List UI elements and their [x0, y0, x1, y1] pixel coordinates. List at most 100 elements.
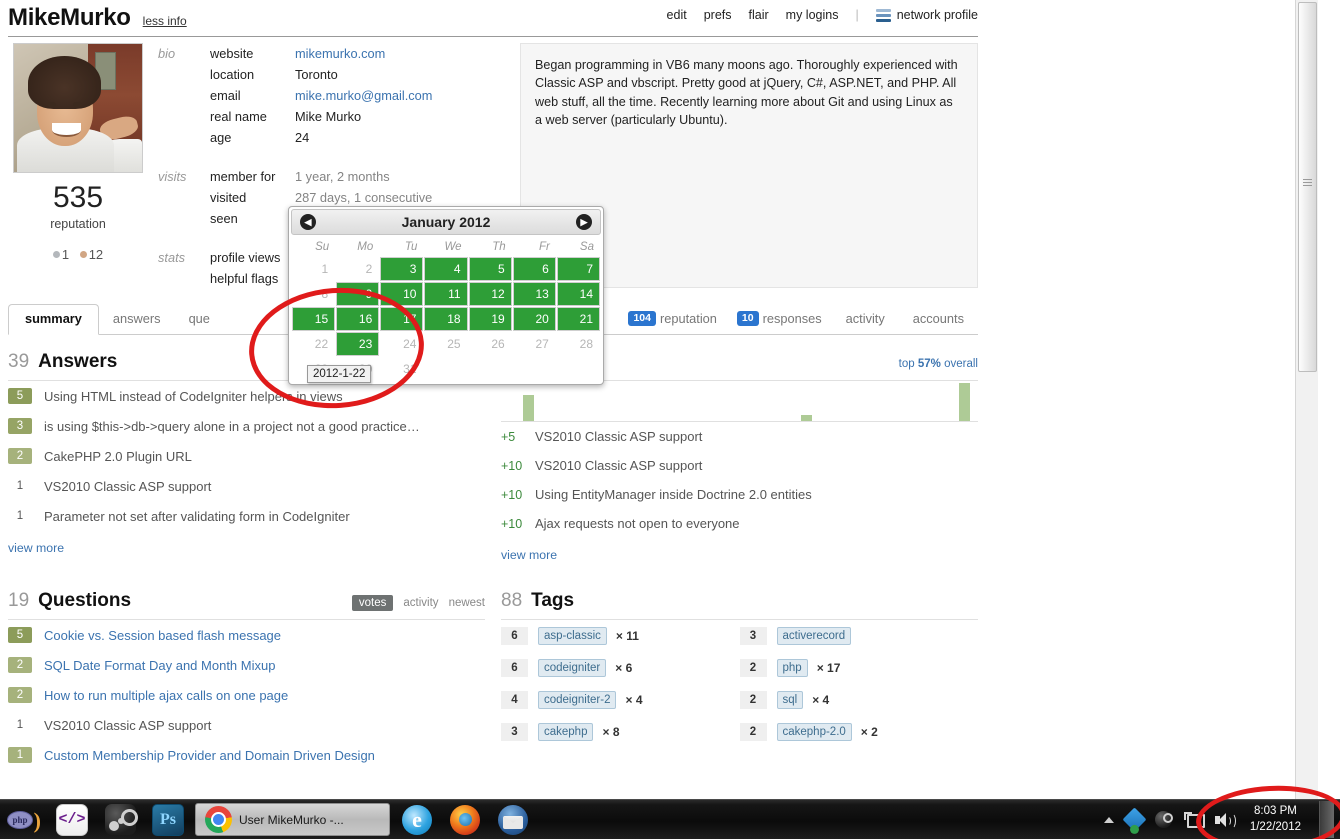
question-row[interactable]: 2 SQL Date Format Day and Month Mixup — [8, 650, 485, 680]
nav-network-profile[interactable]: network profile — [875, 8, 978, 22]
answers-view-more[interactable]: view more — [8, 541, 64, 555]
tag-chip[interactable]: cakephp — [538, 723, 594, 741]
calendar-day[interactable]: 14 — [556, 282, 600, 306]
email-link[interactable]: mike.murko@gmail.com — [295, 88, 432, 103]
chevron-up-icon[interactable] — [1103, 816, 1114, 823]
answer-title[interactable]: CakePHP 2.0 Plugin URL — [44, 449, 192, 464]
tag-chip[interactable]: cakephp-2.0 — [776, 723, 852, 741]
sort-votes[interactable]: votes — [351, 595, 394, 611]
tab-accounts[interactable]: accounts — [899, 304, 978, 334]
tab-answers[interactable]: answers — [99, 304, 175, 334]
calendar-day[interactable]: 25 — [424, 332, 468, 356]
tag-row[interactable]: 3 activerecord — [739, 620, 979, 652]
answer-row[interactable]: 2 CakePHP 2.0 Plugin URL — [8, 441, 485, 471]
reputation-row[interactable]: +10 Ajax requests not open to everyone — [501, 509, 978, 538]
reputation-row[interactable]: +10 Using EntityManager inside Doctrine … — [501, 480, 978, 509]
chevron-left-icon[interactable]: ◀ — [300, 214, 316, 230]
question-row[interactable]: 1 VS2010 Classic ASP support — [8, 710, 485, 740]
tab-summary[interactable]: summary — [8, 304, 99, 335]
question-row[interactable]: 2 How to run multiple ajax calls on one … — [8, 680, 485, 710]
tag-chip[interactable]: php — [776, 659, 808, 677]
taskbar-php-button[interactable]: php) — [2, 803, 46, 836]
sort-activity[interactable]: activity — [403, 597, 438, 609]
sort-newest[interactable]: newest — [449, 597, 485, 609]
reputation-rank[interactable]: top 57% overall — [899, 358, 978, 370]
taskbar-active-window-chrome[interactable]: User MikeMurko -... — [195, 803, 390, 836]
chevron-right-icon[interactable]: ▶ — [576, 214, 592, 230]
reputation-row[interactable]: +5 VS2010 Classic ASP support — [501, 422, 978, 451]
question-title[interactable]: SQL Date Format Day and Month Mixup — [44, 658, 275, 673]
calendar-day[interactable]: 4 — [424, 257, 468, 281]
calendar-day[interactable]: 1 — [292, 257, 336, 281]
calendar-day[interactable]: 13 — [512, 282, 556, 306]
website-link[interactable]: mikemurko.com — [295, 46, 385, 61]
answer-title[interactable]: Parameter not set after validating form … — [44, 509, 350, 524]
answer-row[interactable]: 1 VS2010 Classic ASP support — [8, 471, 485, 501]
calendar-day[interactable]: 2 — [336, 257, 380, 281]
reputation-item-title[interactable]: VS2010 Classic ASP support — [535, 458, 702, 473]
answer-title[interactable]: VS2010 Classic ASP support — [44, 479, 211, 494]
nav-flair[interactable]: flair — [749, 8, 769, 22]
nav-my-logins[interactable]: my logins — [786, 8, 839, 22]
reputation-item-title[interactable]: Using EntityManager inside Doctrine 2.0 … — [535, 487, 812, 502]
calendar-day[interactable]: 3 — [380, 257, 424, 281]
tab-reputation[interactable]: 104 reputation — [618, 304, 726, 334]
tag-row[interactable]: 6 asp-classic × 11 — [501, 620, 740, 652]
calendar-day[interactable]: 5 — [468, 257, 512, 281]
tag-chip[interactable]: sql — [776, 691, 804, 709]
steam-tray-icon[interactable] — [1154, 811, 1173, 828]
reputation-row[interactable]: +10 VS2010 Classic ASP support — [501, 451, 978, 480]
info-value[interactable]: mike.murko@gmail.com — [295, 85, 432, 106]
tag-chip[interactable]: codeigniter — [538, 659, 607, 677]
question-row[interactable]: 1 Custom Membership Provider and Domain … — [8, 740, 485, 770]
info-value[interactable]: mikemurko.com — [295, 43, 432, 64]
calendar-day[interactable]: 7 — [556, 257, 600, 281]
scrollbar-thumb[interactable] — [1298, 2, 1317, 372]
tag-chip[interactable]: activerecord — [776, 627, 852, 645]
tag-row[interactable]: 3 cakephp × 8 — [501, 716, 740, 748]
answer-title[interactable]: is using $this->db->query alone in a pro… — [44, 419, 420, 434]
tag-row[interactable]: 2 php × 17 — [739, 652, 979, 684]
question-title[interactable]: Cookie vs. Session based flash message — [44, 628, 281, 643]
calendar-day[interactable]: 18 — [424, 307, 468, 331]
question-title[interactable]: How to run multiple ajax calls on one pa… — [44, 688, 288, 703]
question-title[interactable]: VS2010 Classic ASP support — [44, 718, 211, 733]
question-title[interactable]: Custom Membership Provider and Domain Dr… — [44, 748, 375, 763]
answer-row[interactable]: 3 is using $this->db->query alone in a p… — [8, 411, 485, 441]
calendar-day[interactable]: 28 — [556, 332, 600, 356]
taskbar-code-editor-button[interactable]: </> — [50, 803, 94, 836]
dropbox-icon[interactable] — [1122, 807, 1147, 832]
calendar-day[interactable]: 26 — [468, 332, 512, 356]
taskbar-internet-explorer-button[interactable]: e — [395, 803, 439, 836]
tag-row[interactable]: 2 cakephp-2.0 × 2 — [739, 716, 979, 748]
less-info-link[interactable]: less info — [143, 14, 187, 28]
calendar-day[interactable]: 27 — [512, 332, 556, 356]
answer-row[interactable]: 5 Using HTML instead of CodeIgniter help… — [8, 381, 485, 411]
reputation-view-more[interactable]: view more — [501, 548, 557, 562]
avatar[interactable] — [13, 43, 143, 173]
tag-row[interactable]: 2 sql × 4 — [739, 684, 979, 716]
reputation-item-title[interactable]: Ajax requests not open to everyone — [535, 516, 740, 531]
calendar-day[interactable]: 12 — [468, 282, 512, 306]
reputation-item-title[interactable]: VS2010 Classic ASP support — [535, 429, 702, 444]
top-rank-link[interactable]: top 57% overall — [899, 358, 978, 370]
calendar-day[interactable]: 20 — [512, 307, 556, 331]
tag-row[interactable]: 6 codeigniter × 6 — [501, 652, 740, 684]
calendar-day[interactable]: 21 — [556, 307, 600, 331]
calendar-day[interactable]: 19 — [468, 307, 512, 331]
tab-responses[interactable]: 10 responses — [727, 304, 832, 334]
taskbar-photoshop-button[interactable]: Ps — [146, 803, 190, 836]
tab-activity[interactable]: activity — [832, 304, 899, 334]
question-row[interactable]: 5 Cookie vs. Session based flash message — [8, 620, 485, 650]
taskbar-firefox-button[interactable] — [443, 803, 487, 836]
nav-edit[interactable]: edit — [667, 8, 687, 22]
vertical-scrollbar[interactable] — [1295, 0, 1318, 800]
taskbar-steam-button[interactable] — [98, 803, 142, 836]
tag-chip[interactable]: codeigniter-2 — [538, 691, 617, 709]
badge-summary[interactable]: 1 12 — [8, 247, 148, 262]
nav-prefs[interactable]: prefs — [704, 8, 732, 22]
tab-questions[interactable]: que — [175, 304, 224, 334]
taskbar-thunderbird-button[interactable] — [491, 803, 535, 836]
calendar-day[interactable]: 6 — [512, 257, 556, 281]
tag-chip[interactable]: asp-classic — [538, 627, 607, 645]
